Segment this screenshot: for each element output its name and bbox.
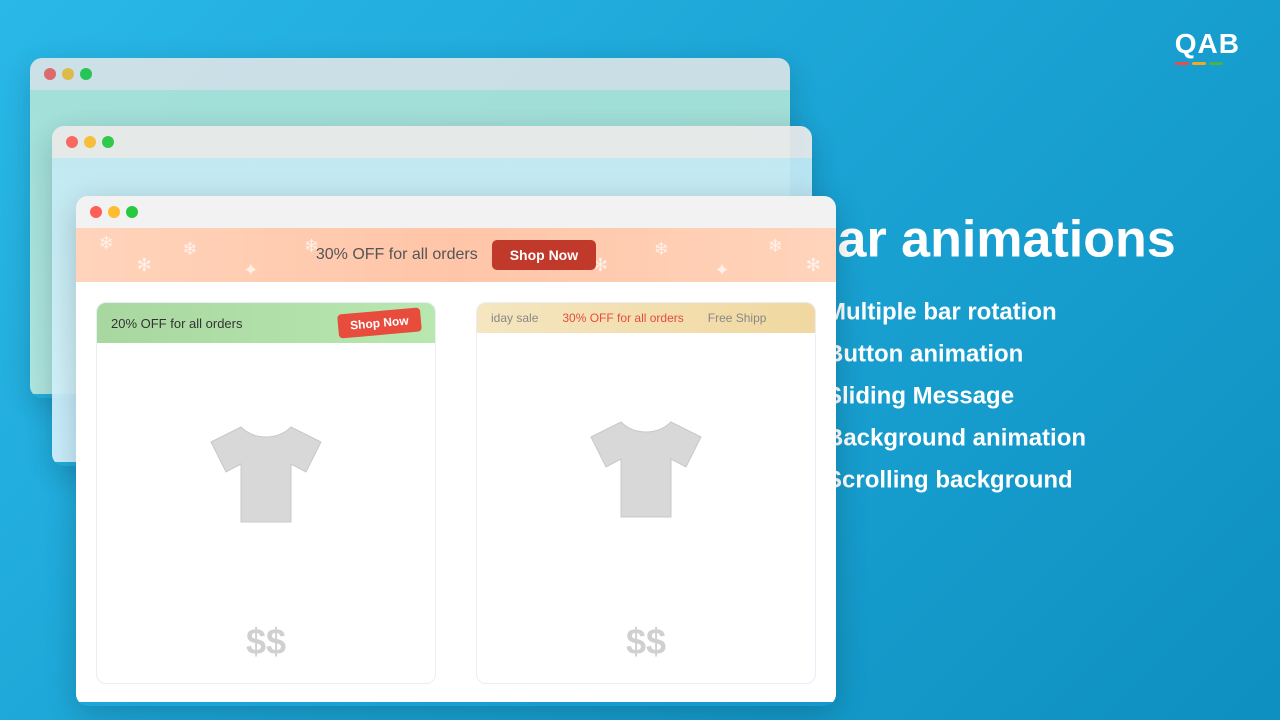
product-card-right: iday sale 30% OFF for all orders Free Sh… (476, 302, 816, 684)
left-mini-bar-text: 20% OFF for all orders (111, 316, 243, 331)
product-card-left: 20% OFF for all orders Shop Now $$ (96, 302, 436, 684)
snowflake: ✻ (806, 255, 821, 276)
browser-3-body: ❄ ✻ ❄ ✦ ❄ ✻ ❄ ✦ ❄ ✻ 30% OFF for all orde… (76, 228, 836, 702)
scroll-item-1: iday sale (491, 311, 538, 325)
right-tshirt-container (477, 333, 815, 611)
bullet-sliding-message: Sliding Message (800, 383, 1200, 411)
browser-1-dot-red (44, 68, 56, 80)
logo-underline-green (1209, 62, 1223, 65)
snowflake: ✦ (715, 260, 730, 281)
right-mini-bar: iday sale 30% OFF for all orders Free Sh… (477, 303, 815, 333)
browser-1-dot-green (80, 68, 92, 80)
snowflake: ✦ (243, 260, 258, 281)
browser-3-dot-green (126, 206, 138, 218)
browser-2-dot-red (66, 136, 78, 148)
logo-text: QAB (1175, 28, 1240, 59)
snowflake: ❄ (654, 239, 669, 260)
scroll-bar-items: iday sale 30% OFF for all orders Free Sh… (491, 311, 766, 325)
left-tshirt-container (97, 343, 435, 611)
bullet-text-background-animation: Background animation (826, 425, 1086, 453)
main-announcement-bar: ❄ ✻ ❄ ✦ ❄ ✻ ❄ ✦ ❄ ✻ 30% OFF for all orde… (76, 228, 836, 282)
snowflake: ✻ (137, 255, 152, 276)
browser-2-dot-green (102, 136, 114, 148)
product-grid: 20% OFF for all orders Shop Now $$ ida (76, 282, 836, 702)
logo-underline (1175, 62, 1240, 65)
snowflake: ❄ (182, 239, 197, 260)
browser-window-3: ❄ ✻ ❄ ✦ ❄ ✻ ❄ ✦ ❄ ✻ 30% OFF for all orde… (76, 196, 836, 706)
browser-3-dot-red (90, 206, 102, 218)
scroll-item-3: Free Shipp (708, 311, 767, 325)
bullet-background-animation: Background animation (800, 425, 1200, 453)
bullet-text-scrolling-background: Scrolling background (826, 467, 1073, 495)
left-mini-bar: 20% OFF for all orders Shop Now (97, 303, 435, 343)
browser-3-dot-yellow (108, 206, 120, 218)
bullet-scrolling-background: Scrolling background (800, 467, 1200, 495)
scroll-item-2: 30% OFF for all orders (562, 311, 683, 325)
shop-now-button[interactable]: Shop Now (492, 240, 596, 270)
main-bar-text: 30% OFF for all orders (316, 246, 478, 264)
left-price: $$ (97, 611, 435, 683)
snowflake: ❄ (768, 236, 783, 257)
browsers-container: All t-shirts are 15% OFF Sign up and get… (0, 0, 860, 720)
right-tshirt-icon (581, 407, 711, 537)
snowflake: ❄ (99, 233, 114, 254)
main-title: Bar animations (800, 211, 1200, 268)
right-price: $$ (477, 611, 815, 683)
bullet-multiple-bar-rotation: Multiple bar rotation (800, 299, 1200, 327)
logo-underline-red (1175, 62, 1189, 65)
browser-2-titlebar (52, 126, 812, 158)
browser-1-dot-yellow (62, 68, 74, 80)
browser-3-titlebar (76, 196, 836, 228)
logo-underline-orange (1192, 62, 1206, 65)
bullet-text-multiple-bar-rotation: Multiple bar rotation (826, 299, 1057, 327)
browser-2-dot-yellow (84, 136, 96, 148)
left-shop-now-button[interactable]: Shop Now (337, 307, 421, 338)
bullet-button-animation: Button animation (800, 341, 1200, 369)
right-panel: Bar animations Multiple bar rotation But… (800, 211, 1200, 508)
left-tshirt-icon (201, 412, 331, 542)
browser-1-titlebar (30, 58, 790, 90)
qab-logo: QAB (1175, 30, 1240, 65)
feature-list: Multiple bar rotation Button animation S… (800, 299, 1200, 495)
